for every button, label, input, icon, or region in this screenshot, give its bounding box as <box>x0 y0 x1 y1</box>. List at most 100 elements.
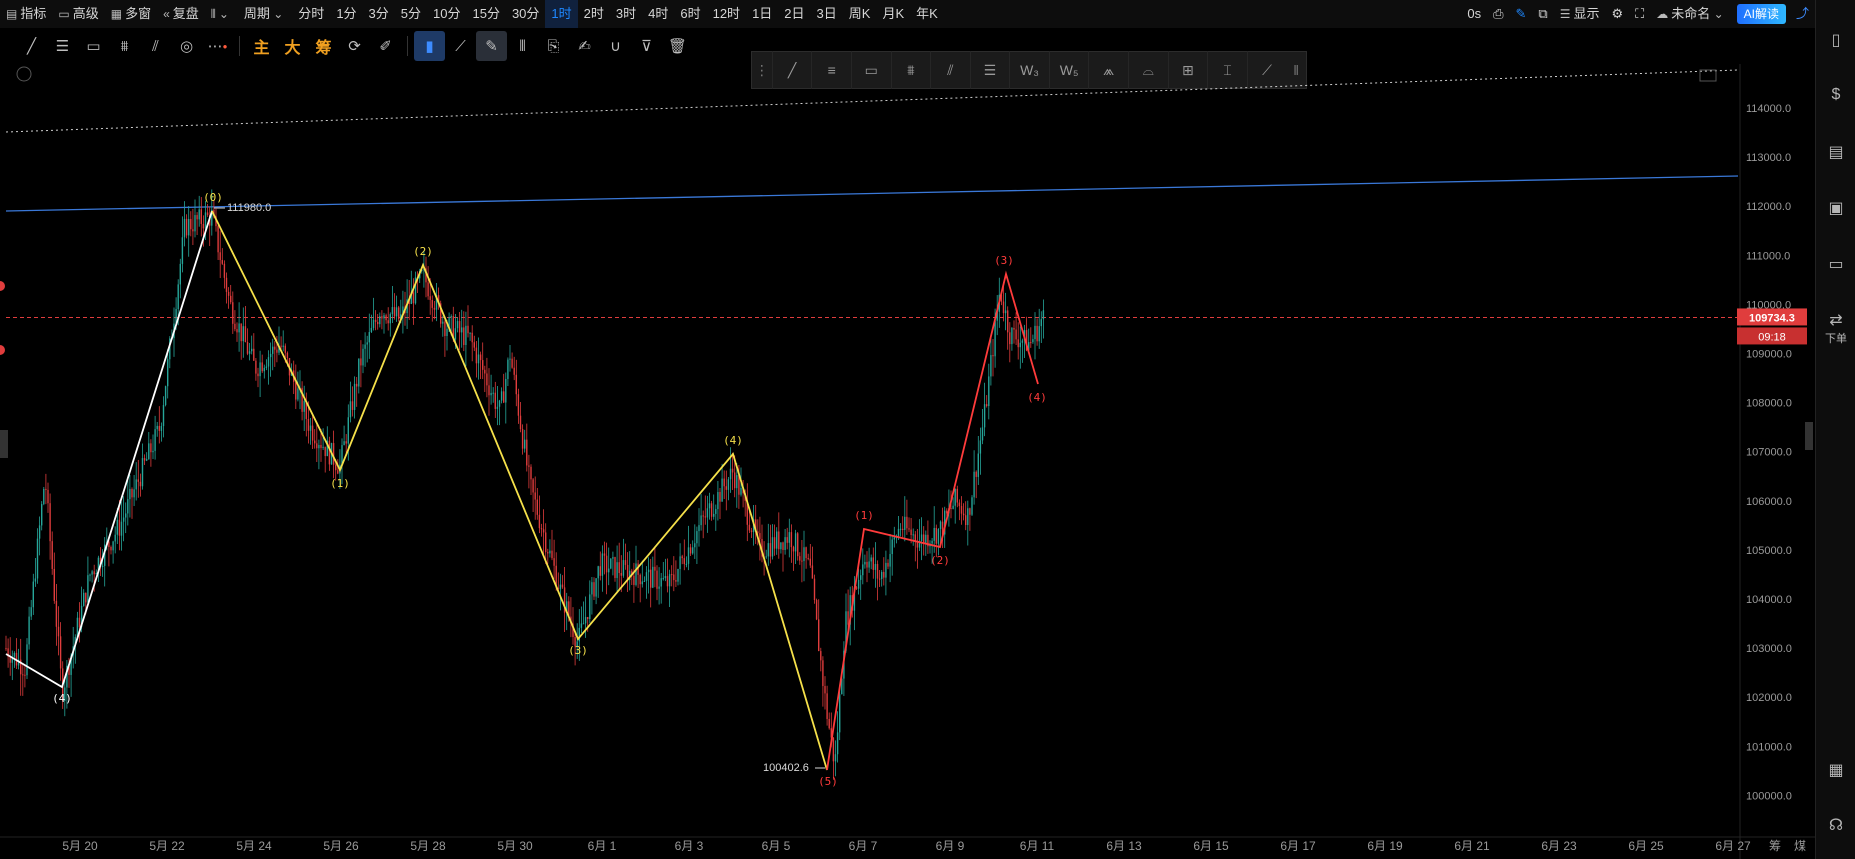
indicator-button[interactable]: ▤ 指标 <box>0 0 52 28</box>
timeframe-16[interactable]: 周K <box>843 0 877 28</box>
candle-body-59 <box>129 489 131 500</box>
candle-body-288 <box>610 558 612 569</box>
candle-icon[interactable]: ⫴ <box>507 31 538 61</box>
line-tool-icon[interactable]: ╱ <box>16 31 47 61</box>
timeframe-17[interactable]: 月K <box>876 0 910 28</box>
bar-chart-icon[interactable]: ▤ <box>1816 142 1855 162</box>
replay-button[interactable]: «复盘 <box>157 0 205 28</box>
timeframe-13[interactable]: 1日 <box>746 0 778 28</box>
red-wave-label-1: (1) <box>854 509 874 522</box>
timeframe-5[interactable]: 15分 <box>466 0 505 28</box>
monitor-icon[interactable]: ▣ <box>1816 198 1855 218</box>
candle-body-418 <box>883 571 885 578</box>
edit-icon[interactable]: ✍ <box>569 31 600 61</box>
candle-body-67 <box>146 459 148 461</box>
candle-body-56 <box>122 517 125 522</box>
pen-icon[interactable]: ✎ <box>1509 0 1532 28</box>
timeframe-11[interactable]: 6时 <box>674 0 706 28</box>
candle-body-55 <box>120 521 123 536</box>
timeframe-9[interactable]: 3时 <box>610 0 642 28</box>
ruler-icon[interactable]: ⟋ <box>445 31 476 61</box>
candle-body-308 <box>652 566 654 588</box>
candle-body-296 <box>626 564 629 581</box>
timeframe-14[interactable]: 2日 <box>778 0 810 28</box>
rectangle-icon[interactable]: ▭ <box>78 31 109 61</box>
candle-body-343 <box>725 486 727 490</box>
timeframe-12[interactable]: 12时 <box>707 0 746 28</box>
high-price-annotation: 111980.0 <box>227 202 271 214</box>
candle-body-173 <box>368 332 370 343</box>
order-button[interactable]: ⇄ 下单 <box>1816 310 1855 346</box>
candle-body-118 <box>253 348 255 361</box>
share-icon[interactable]: ⤴ <box>1790 0 1815 28</box>
candle-body-489 <box>1032 339 1034 343</box>
clipboard-icon[interactable]: ⎘ <box>538 31 569 61</box>
fullscreen-icon[interactable]: ⛶ <box>1629 0 1650 28</box>
timeframe-2[interactable]: 3分 <box>363 0 395 28</box>
candle-body-60 <box>131 489 133 498</box>
headset-icon[interactable]: ☊ <box>1816 815 1855 835</box>
price-axis-panel <box>1740 64 1815 859</box>
price-tick-5: 109000.0 <box>1746 349 1792 361</box>
chart-type-button[interactable]: ⫴ ⌄ <box>205 0 238 28</box>
candle-body-144 <box>307 418 310 431</box>
timeframe-18[interactable]: 年K <box>910 0 944 28</box>
timeframe-10[interactable]: 4时 <box>642 0 674 28</box>
timeframe-7[interactable]: 1时 <box>545 0 578 28</box>
circle-icon[interactable]: ◎ <box>171 31 202 61</box>
period-dropdown[interactable]: 周期 ⌄ <box>238 0 292 28</box>
settings-icon[interactable]: ⚙ <box>1605 0 1629 28</box>
candle-body-331 <box>700 515 702 526</box>
candle-body-92 <box>198 209 200 220</box>
timeframe-1[interactable]: 1分 <box>330 0 362 28</box>
candle-body-425 <box>897 528 900 538</box>
trash-icon[interactable]: 🗑 <box>662 31 693 61</box>
candle-body-392 <box>828 718 830 729</box>
candle-body-482 <box>1017 339 1019 348</box>
camera-icon[interactable]: ⎙ <box>1487 0 1509 28</box>
candle-body-253 <box>536 499 538 515</box>
pencil-icon[interactable]: ✐ <box>370 31 401 61</box>
cloud-save-button[interactable]: ☁ 未命名 ⌄ <box>1650 0 1732 28</box>
timeframe-15[interactable]: 3日 <box>811 0 843 28</box>
big-order-button[interactable]: 大 <box>277 31 308 61</box>
draw-pen-icon[interactable]: ✎ <box>476 31 507 61</box>
more-icon[interactable]: ⋯ ● <box>202 31 233 61</box>
candle-body-312 <box>660 578 662 587</box>
candle-body-221 <box>469 332 471 334</box>
window-icon[interactable]: ▭ <box>1816 254 1855 274</box>
fib-icon[interactable]: ⫽ <box>140 31 171 61</box>
dollar-icon[interactable]: $ <box>1816 86 1855 104</box>
bookmark-icon[interactable]: ▮ <box>414 31 445 61</box>
chip-button[interactable]: 筹 <box>308 31 339 61</box>
order-label: 下单 <box>1825 333 1847 345</box>
price-chart[interactable]: 114000.0113000.0112000.0111000.0110000.0… <box>0 64 1815 859</box>
timeframe-4[interactable]: 10分 <box>427 0 466 28</box>
candle-body-429 <box>906 516 908 529</box>
candle-body-259 <box>549 550 551 554</box>
timeframe-0[interactable]: 分时 <box>292 0 330 28</box>
magnet-icon[interactable]: ∪ <box>600 31 631 61</box>
ai-interpret-button[interactable]: AI解读 <box>1736 4 1786 24</box>
price-range-icon[interactable]: ⩩ <box>109 31 140 61</box>
layout-panel-icon[interactable]: ▦ <box>1816 760 1855 780</box>
countdown-text: 0s <box>1467 6 1482 21</box>
dotted-trend-line <box>5 69 1739 133</box>
display-button[interactable]: ☰ 显示 <box>1554 0 1606 28</box>
multi-window-button[interactable]: ▦ 多窗 <box>105 0 157 28</box>
candle-body-386 <box>815 600 818 620</box>
advanced-button[interactable]: ▭ 高级 <box>52 0 104 28</box>
main-force-button[interactable]: 主 <box>246 31 277 61</box>
horizontal-lines-icon[interactable]: ☰ <box>47 31 78 61</box>
layout-icon[interactable]: ⧉ <box>1532 0 1553 28</box>
loop-icon[interactable]: ⟳ <box>339 31 370 61</box>
timeframe-8[interactable]: 2时 <box>578 0 610 28</box>
swap-icon: ⇄ <box>1829 312 1843 329</box>
timeframe-6[interactable]: 30分 <box>506 0 545 28</box>
candle-body-62 <box>135 479 137 490</box>
filter-icon[interactable]: ⊽ <box>631 31 662 61</box>
document-icon[interactable]: ▯ <box>1816 30 1855 50</box>
candle-body-208 <box>442 321 444 324</box>
candle-body-251 <box>532 479 534 493</box>
timeframe-3[interactable]: 5分 <box>395 0 427 28</box>
